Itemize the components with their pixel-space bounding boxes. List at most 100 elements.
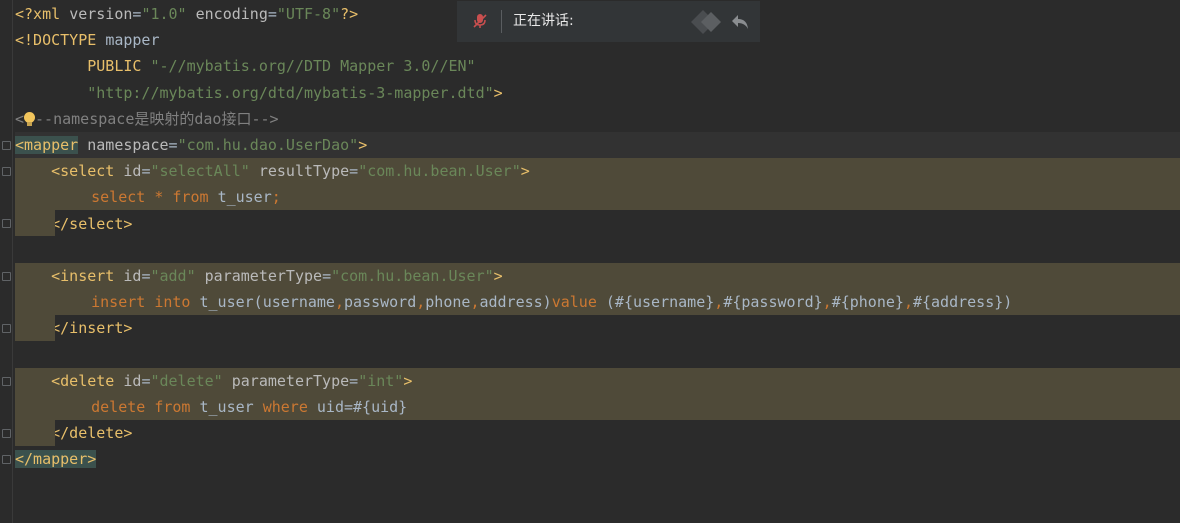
code-token: <?xml (15, 5, 70, 23)
indent-guide-block (15, 289, 55, 315)
code-line[interactable]: </delete> (15, 420, 1180, 446)
code-token: = (267, 5, 277, 23)
code-token: > (358, 136, 368, 154)
code-token: "com.hu.bean.User" (331, 267, 494, 285)
intention-bulb-icon[interactable] (24, 111, 36, 126)
code-token: "UTF-8" (276, 5, 341, 23)
code-token: parameterType (222, 371, 350, 390)
code-token: > (403, 371, 413, 390)
code-token: < (15, 109, 25, 128)
code-token: "delete" (150, 371, 223, 390)
code-token: "add" (150, 267, 196, 285)
code-token: delete (91, 398, 155, 416)
code-token: password (344, 293, 417, 312)
code-token: > (493, 83, 503, 102)
code-token: resultType (249, 162, 350, 181)
voice-divider (501, 10, 502, 33)
code-token: address) (479, 293, 552, 312)
indent-guide-block (15, 210, 55, 236)
code-token: </select> (51, 214, 133, 233)
code-line[interactable]: < --namespace是映射的dao接口--> (15, 106, 1180, 132)
code-line[interactable]: </select> (15, 211, 1180, 237)
speaking-label: 正在讲话: (513, 13, 574, 29)
code-token: #{password} (723, 293, 823, 312)
code-token: insert (91, 293, 155, 312)
code-line[interactable]: <insert id="add" parameterType="com.hu.b… (15, 263, 1180, 289)
fold-marker-icon[interactable] (2, 324, 11, 333)
indent-guide-block (15, 184, 55, 210)
code-token: , (334, 293, 344, 312)
code-token: uid=#{uid} (316, 398, 408, 416)
code-token: <select (51, 162, 124, 181)
code-token: "selectAll" (150, 162, 250, 181)
fold-marker-icon[interactable] (2, 377, 11, 386)
fold-marker-icon[interactable] (2, 429, 11, 438)
code-token: select (91, 188, 155, 207)
indent-guide-block (15, 315, 55, 341)
code-token: * (154, 188, 173, 207)
editor-gutter[interactable] (0, 0, 13, 523)
code-token: "int" (358, 371, 404, 390)
code-line[interactable]: select * from t_user; (55, 184, 1180, 211)
code-line[interactable]: insert into t_user(username,password,pho… (55, 289, 1180, 316)
code-token: id (123, 267, 142, 285)
code-token: from (154, 398, 200, 416)
code-token: <insert (51, 267, 124, 285)
code-token: > (493, 267, 503, 285)
code-line[interactable]: PUBLIC "-//mybatis.org//DTD Mapper 3.0//… (15, 53, 1180, 79)
code-token: = (349, 162, 359, 181)
code-token: #{phone} (831, 293, 904, 312)
fold-marker-icon[interactable] (2, 167, 11, 176)
code-token: namespace (78, 136, 169, 154)
code-token: ?> (340, 5, 359, 23)
code-line[interactable]: <mapper namespace="com.hu.dao.UserDao"> (15, 132, 1180, 158)
code-token: , (416, 293, 426, 312)
indent-guide-block (15, 394, 55, 420)
fold-marker-icon[interactable] (2, 219, 11, 228)
code-token: = (322, 267, 332, 285)
code-token: t_user (199, 398, 263, 416)
voice-chat-overlay: 正在讲话: (457, 1, 760, 42)
reply-arrow-icon[interactable] (729, 11, 751, 33)
code-token: , (822, 293, 832, 312)
code-token: value (551, 293, 606, 312)
code-line[interactable]: "http://mybatis.org/dtd/mybatis-3-mapper… (15, 80, 1180, 106)
code-token: PUBLIC (87, 57, 151, 76)
fold-marker-icon[interactable] (2, 455, 11, 464)
code-token: t_user(username (199, 293, 335, 312)
fold-marker-icon[interactable] (2, 141, 11, 150)
code-line[interactable]: </insert> (15, 315, 1180, 341)
code-token: parameterType (195, 267, 323, 285)
code-token: </delete> (51, 424, 133, 443)
app-logo-icon (691, 10, 721, 34)
code-token: , (714, 293, 724, 312)
code-line[interactable]: <select id="selectAll" resultType="com.h… (15, 158, 1180, 185)
code-line[interactable] (15, 237, 1180, 263)
code-line[interactable] (15, 342, 1180, 368)
code-token: where (262, 398, 317, 416)
code-line[interactable]: <delete id="delete" parameterType="int"> (15, 367, 1180, 394)
mic-muted-icon[interactable] (471, 12, 489, 30)
code-line[interactable]: </mapper> (15, 446, 1180, 472)
fold-marker-icon[interactable] (2, 272, 11, 281)
code-token: t_user (217, 188, 272, 207)
code-token: <mapper (15, 136, 79, 154)
code-token: id (123, 162, 142, 181)
code-token: id (123, 371, 142, 390)
code-token: <delete (51, 371, 124, 390)
code-line[interactable]: delete from t_user where uid=#{uid} (55, 394, 1180, 420)
code-token: > (520, 162, 530, 181)
code-token: version (69, 5, 133, 23)
code-token: from (172, 188, 218, 207)
code-token: "-//mybatis.org//DTD Mapper 3.0//EN" (150, 57, 476, 76)
indent-guide-block (15, 420, 55, 446)
code-token: "com.hu.bean.User" (358, 162, 521, 181)
